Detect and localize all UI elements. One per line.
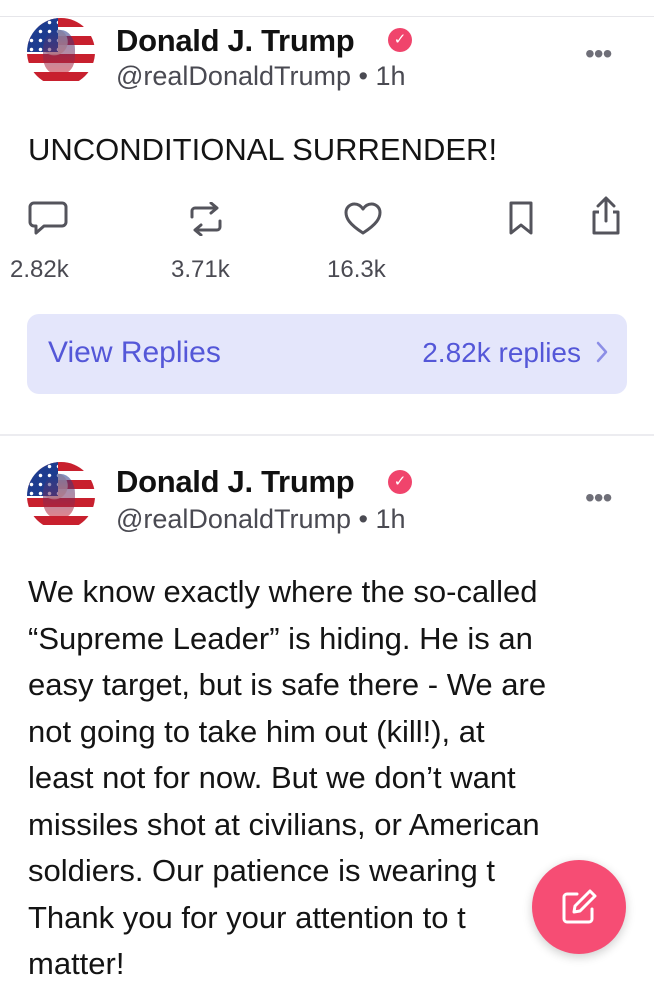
- top-divider: [0, 0, 654, 17]
- verified-badge-icon: ✓: [388, 470, 412, 494]
- comment-icon[interactable]: [28, 200, 68, 236]
- post-text-line: “Supreme Leader” is hiding. He is an: [28, 620, 533, 656]
- post-card[interactable]: Donald J. Trump ✓ @realDonaldTrump • 1h …: [0, 16, 654, 436]
- chevron-right-icon: [596, 341, 608, 363]
- avatar[interactable]: [27, 18, 95, 86]
- post-text-line: We know exactly where the so-called: [28, 574, 538, 609]
- post-text-line: easy target, but is safe there - We are: [28, 667, 547, 702]
- post-text-line: least not for now. But we don’t want: [28, 760, 516, 795]
- more-options-button[interactable]: •••: [585, 482, 612, 514]
- post-text-line: not going to take him out (kill!), at: [28, 713, 485, 749]
- post-text-line: matter!: [28, 946, 125, 981]
- likes-count: 16.3k: [327, 256, 386, 283]
- share-icon[interactable]: [590, 196, 622, 236]
- verified-badge-icon: ✓: [388, 28, 412, 52]
- post-text-line: missiles shot at civilians, or American: [28, 806, 540, 842]
- more-options-button[interactable]: •••: [585, 38, 612, 70]
- author-name[interactable]: Donald J. Trump: [116, 464, 355, 500]
- post-text: UNCONDITIONAL SURRENDER!: [28, 132, 498, 167]
- author-handle: @realDonaldTrump • 1h: [116, 61, 406, 91]
- view-replies-label: View Replies: [48, 336, 221, 369]
- compose-button[interactable]: [532, 860, 626, 954]
- replies-link-count: 2.82k replies: [422, 337, 581, 368]
- heart-icon[interactable]: [344, 202, 382, 236]
- reposts-count: 3.71k: [171, 256, 230, 283]
- avatar[interactable]: [27, 462, 95, 530]
- author-handle: @realDonaldTrump • 1h: [116, 504, 406, 534]
- replies-count: 2.82k: [10, 256, 69, 283]
- bookmark-icon[interactable]: [508, 200, 534, 236]
- repost-icon[interactable]: [186, 202, 226, 236]
- view-replies-button[interactable]: View Replies 2.82k replies: [27, 314, 627, 394]
- compose-icon: [562, 889, 597, 924]
- author-name[interactable]: Donald J. Trump: [116, 23, 355, 59]
